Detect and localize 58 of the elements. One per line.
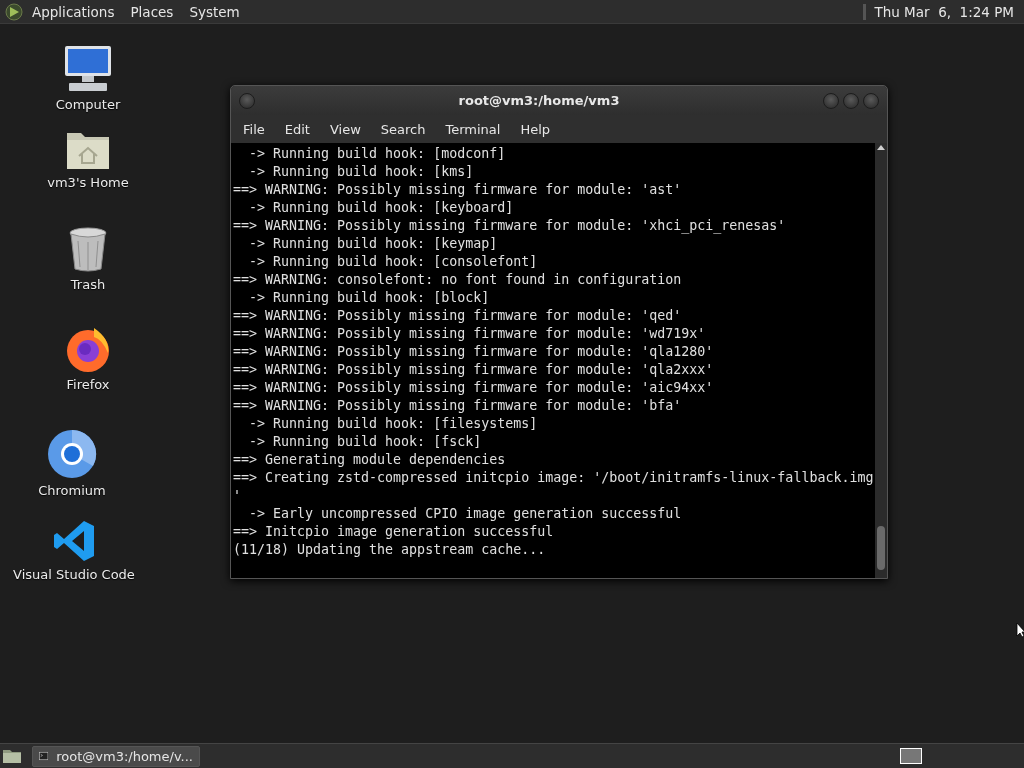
terminal-line: ==> Creating zstd-compressed initcpio image: '/boot/initramfs-linux-fallback.img xyxy=(233,469,875,487)
ribbon-icon xyxy=(52,519,96,563)
scroll-up-icon[interactable] xyxy=(877,145,885,150)
cursor-icon xyxy=(1016,622,1024,638)
maximize-button[interactable] xyxy=(843,92,859,109)
menu-item[interactable]: Terminal xyxy=(435,121,511,137)
computer-icon xyxy=(63,45,113,93)
terminal-line: -> Running build hook: [modconf] xyxy=(248,145,507,163)
desktop-icon-label[interactable]: Visual Studio Code xyxy=(13,567,135,582)
terminal-line: (11/18) Updating the appstream cache... xyxy=(233,541,547,559)
ring-icon xyxy=(47,429,97,479)
terminal-line: -> Running build hook: [keymap] xyxy=(248,235,499,253)
terminal-line: ==> WARNING: consolefont: no font found in configuration xyxy=(233,271,683,289)
desktop-icon-label[interactable]: Chromium xyxy=(38,483,106,498)
terminal-line: ==> Initcpio image generation successful xyxy=(233,523,555,541)
menu-item[interactable]: Search xyxy=(370,121,436,137)
terminal-line: -> Running build hook: [fsck] xyxy=(248,433,483,451)
desktop-icon-label[interactable]: vm3's Home xyxy=(47,175,129,190)
terminal-line: ==> WARNING: Possibly missing firmware for module: 'ast' xyxy=(233,181,683,199)
panel-menu[interactable]: Applications xyxy=(24,3,123,20)
trash-icon xyxy=(68,227,108,273)
minimize-button[interactable] xyxy=(823,92,839,109)
terminal-line: ==> Generating module dependencies xyxy=(233,451,507,469)
terminal-line: ==> WARNING: Possibly missing firmware for module: 'aic94xx' xyxy=(233,379,715,397)
terminal-line: ' xyxy=(233,487,242,505)
clock[interactable]: Thu Mar 6, 1:24 PM xyxy=(870,3,1020,20)
panel-menu[interactable]: System xyxy=(181,3,248,20)
terminal-icon xyxy=(39,749,49,763)
terminal-line: -> Early uncompressed CPIO image generation successful xyxy=(248,505,683,523)
terminal-line: -> Running build hook: [consolefont] xyxy=(248,253,539,271)
taskbar-window-button[interactable]: root@vm3:/home/v... xyxy=(32,745,200,767)
show-desktop-icon[interactable] xyxy=(2,748,22,764)
close-button[interactable] xyxy=(863,92,879,109)
terminal-line: ==> WARNING: Possibly missing firmware for module: 'bfa' xyxy=(233,397,683,415)
menu-item[interactable]: Help xyxy=(510,121,561,137)
desktop-icon-label[interactable]: Trash xyxy=(70,277,106,292)
terminal-line: ==> WARNING: Possibly missing firmware for module: 'wd719x' xyxy=(233,325,707,343)
scrollbar-thumb[interactable] xyxy=(877,526,885,570)
terminal-line: ==> WARNING: Possibly missing firmware for module: 'qla2xxx' xyxy=(233,361,715,379)
menu-item[interactable]: File xyxy=(233,121,275,137)
terminal-line: ==> WARNING: Possibly missing firmware for module: 'qla1280' xyxy=(233,343,715,361)
terminal-line: -> Running build hook: [block] xyxy=(248,289,491,307)
terminal-line: ==> WARNING: Possibly missing firmware for module: 'qed' xyxy=(233,307,683,325)
desktop-icon-label[interactable]: Firefox xyxy=(66,377,110,392)
terminal-line: ==> WARNING: Possibly missing firmware for module: 'xhci_pci_renesas' xyxy=(233,217,787,235)
workspace-switcher[interactable] xyxy=(900,748,922,764)
terminal-line: -> Running build hook: [keyboard] xyxy=(248,199,515,217)
flame-globe-icon xyxy=(64,325,112,373)
menu-item[interactable]: Edit xyxy=(274,121,320,137)
terminal-line: -> Running build hook: [kms] xyxy=(248,163,475,181)
window-title: root@vm3:/home/vm3 xyxy=(457,93,621,108)
terminal-line: -> Running build hook: [filesystems] xyxy=(248,415,539,433)
panel-menu[interactable]: Places xyxy=(122,3,182,20)
desktop-icon-label[interactable]: Computer xyxy=(55,97,121,112)
window-menu-button[interactable] xyxy=(239,92,255,109)
menu-item[interactable]: View xyxy=(319,121,371,137)
menu-logo-icon[interactable] xyxy=(4,1,24,22)
scrollbar[interactable] xyxy=(875,143,887,578)
